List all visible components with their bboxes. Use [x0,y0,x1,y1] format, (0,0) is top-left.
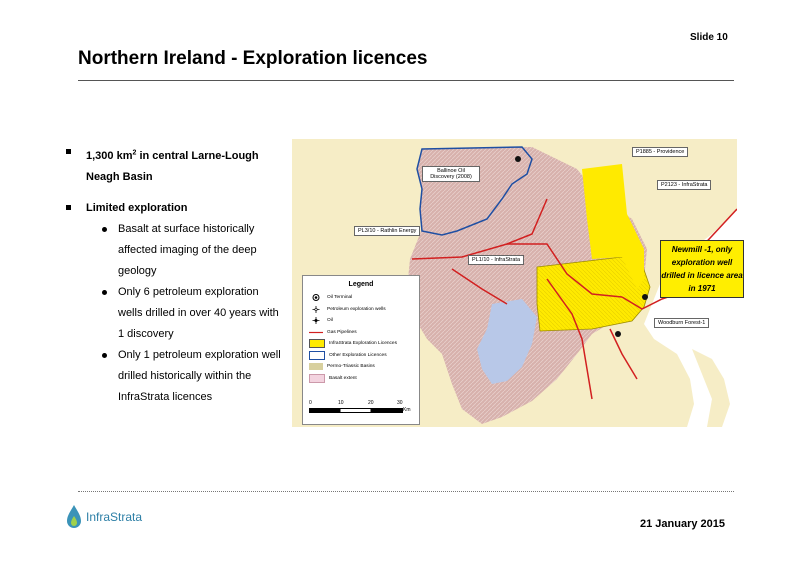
sub-bullet-text: Basalt at surface historically affected … [118,222,257,277]
oil-icon [309,317,323,325]
title-divider [78,80,734,81]
map-label-p2123: P2123 - InfraStrata [657,180,712,190]
sub-bullet-text: Only 1 petroleum exploration well drille… [118,348,281,403]
round-bullet-icon [102,289,107,295]
woodburn-well-icon [615,331,621,337]
legend-label: Oil Terminal [327,295,353,301]
bullet-list: 1,300 km2 in central Larne-Lough Neagh B… [66,142,286,408]
scale-unit: Km [403,407,411,413]
permo-triassic-swatch [309,363,323,371]
map-label-pl110: PL1/10 - InfraStrata [468,255,524,265]
newmill-callout: Newmill -1, only exploration well drille… [660,240,744,298]
legend-item: Permo-Triassic Basins [303,361,419,373]
map-label-woodburn: Woodburn Forest-1 [654,318,710,328]
sub-bullet-item: Only 1 petroleum exploration well drille… [66,345,286,408]
gas-pipeline-icon [309,329,323,336]
round-bullet-icon [102,352,107,358]
other-licence-swatch [309,350,325,360]
bullet-item: Limited exploration [66,198,286,219]
sub-bullet-text: Only 6 petroleum exploration wells drill… [118,285,279,340]
legend-item: Gas Pipelines [303,327,419,339]
scale-tick: 30 [397,400,403,406]
logo: InfraStrata [66,504,142,530]
legend-item: Other Exploration Licences [303,350,419,362]
scale-tick: 0 [309,400,312,406]
round-bullet-icon [102,226,107,232]
logo-drop-icon [67,505,81,528]
legend-title: Legend [348,281,374,288]
legend-label: Petroleum exploration wells [327,306,386,312]
bullet-item: 1,300 km2 in central Larne-Lough Neagh B… [66,142,286,188]
bullet-text: Limited exploration [86,201,188,214]
slide-date: 21 January 2015 [640,518,726,530]
ballinoe-discovery-icon [515,156,521,162]
legend-item: Oil Terminal [303,292,419,304]
square-bullet-icon [66,149,71,154]
scale-bar: 0 10 20 30 Km [309,400,411,416]
infrastrata-licence-swatch [309,339,325,349]
slide-number: Slide 10 [690,32,728,43]
scale-tick: 10 [338,400,344,406]
map-label-pl310: PL3/10 - Rathlin Energy [354,226,421,236]
sub-bullet-item: Basalt at surface historically affected … [66,219,286,282]
legend-label: InfraStrata Exploration Licences [329,341,397,347]
logo-text: InfraStrata [86,510,143,524]
legend-item: Petroleum exploration wells [303,304,419,316]
oil-terminal-icon [309,294,323,302]
legend-label: Gas Pipelines [327,329,357,335]
newmill-well-icon [642,294,648,300]
legend-label: Other Exploration Licences [329,352,387,358]
map-label-p1885: P1885 - Providence [632,147,689,157]
bullet-text: 1,300 km2 in central Larne-Lough Neagh B… [86,149,259,183]
square-bullet-icon [66,204,71,210]
basalt-swatch [309,373,325,383]
map-label-ballinoe: Ballinoe Oil Discovery (2008) [422,166,480,182]
legend-item: InfraStrata Exploration Licences [303,338,419,350]
page-title: Northern Ireland - Exploration licences [78,48,428,69]
scale-tick: 20 [368,400,374,406]
legend-label: Permo-Triassic Basins [327,364,375,370]
petroleum-well-icon [309,305,323,313]
map-legend: Legend Oil Terminal Petroleum exploratio… [302,275,420,425]
legend-item: Oil [303,315,419,327]
legend-item: Basalt extent [303,373,419,385]
legend-label: Basalt extent [329,375,357,381]
legend-label: Oil [327,318,333,324]
footer-divider [78,491,734,492]
sub-bullet-item: Only 6 petroleum exploration wells drill… [66,282,286,345]
scale-bar-graphic [309,408,403,413]
callout-text: Newmill -1, only exploration well drille… [661,245,743,293]
